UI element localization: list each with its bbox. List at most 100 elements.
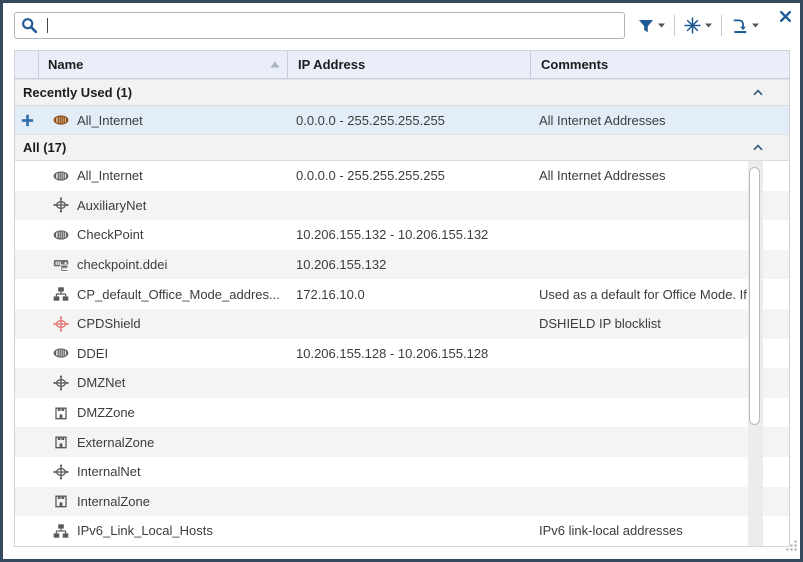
- address-range-gray-icon: [53, 227, 69, 243]
- table-header: Name IP Address Comments: [15, 51, 789, 79]
- row-ip: 10.206.155.132: [288, 257, 531, 272]
- vertical-scrollbar[interactable]: [748, 161, 763, 546]
- close-button[interactable]: [777, 8, 793, 24]
- group-label: All (17): [15, 140, 66, 155]
- table-row[interactable]: IPv6_Link_Local_HostsIPv6 link-local add…: [15, 516, 789, 546]
- toolbar-separator: [674, 15, 675, 36]
- add-button[interactable]: [15, 114, 39, 127]
- table-row[interactable]: InternalNet: [15, 457, 789, 487]
- row-name-cell: checkpoint.ddei: [39, 257, 288, 273]
- address-range-orange-icon: [53, 112, 69, 128]
- toolbar: [3, 3, 800, 50]
- table-row[interactable]: ExternalZone: [15, 427, 789, 457]
- group-header[interactable]: All (17): [15, 134, 789, 161]
- zone-icon: [53, 493, 69, 509]
- scrollable-rows-region: All_Internet0.0.0.0 - 255.255.255.255All…: [15, 161, 789, 546]
- toolbar-separator: [721, 15, 722, 36]
- row-ip: 0.0.0.0 - 255.255.255.255: [288, 113, 531, 128]
- row-name-cell: InternalNet: [39, 464, 288, 480]
- row-comment: All Internet Addresses: [531, 113, 789, 128]
- header-ip-address[interactable]: IP Address: [288, 51, 531, 78]
- scrollbar-thumb[interactable]: [749, 167, 760, 425]
- search-box[interactable]: [14, 12, 625, 39]
- header-name-label: Name: [48, 57, 83, 72]
- table-row[interactable]: All_Internet 0.0.0.0 - 255.255.255.255All…: [15, 106, 789, 134]
- row-name-cell: DMZNet: [39, 375, 288, 391]
- address-range-gray-icon: [53, 345, 69, 361]
- table-body: Recently Used (1) All_Internet 0.0.0.0 - …: [15, 79, 789, 546]
- row-name-cell: ExternalZone: [39, 434, 288, 450]
- new-object-dropdown-caret[interactable]: [705, 23, 712, 28]
- import-icon: [731, 17, 748, 34]
- network-icon: [53, 197, 69, 213]
- table-row[interactable]: checkpoint.ddei 10.206.155.132: [15, 250, 789, 280]
- row-name-cell: All_Internet: [39, 112, 288, 128]
- table-row[interactable]: CP_default_Office_Mode_addres...172.16.1…: [15, 279, 789, 309]
- row-ip: 0.0.0.0 - 255.255.255.255: [288, 168, 531, 183]
- row-name-cell: IPv6_Link_Local_Hosts: [39, 523, 288, 539]
- object-picker-dialog: Name IP Address Comments Recently Used (…: [0, 0, 803, 562]
- row-name: All_Internet: [77, 113, 143, 128]
- row-name: ExternalZone: [77, 435, 154, 450]
- filter-dropdown-caret[interactable]: [658, 23, 665, 28]
- sort-ascending-icon: [270, 61, 280, 68]
- toolbar-buttons: [635, 12, 762, 39]
- filter-button[interactable]: [635, 16, 668, 36]
- row-ip: 10.206.155.128 - 10.206.155.128: [288, 346, 531, 361]
- row-name-cell: InternalZone: [39, 493, 288, 509]
- search-input[interactable]: [48, 15, 624, 37]
- header-comments[interactable]: Comments: [531, 51, 789, 78]
- close-icon: [780, 11, 791, 22]
- table-row[interactable]: DDEI 10.206.155.128 - 10.206.155.128: [15, 339, 789, 369]
- chevron-up-icon[interactable]: [752, 143, 764, 152]
- table-row[interactable]: CPDShieldDSHIELD IP blocklist: [15, 309, 789, 339]
- objects-table: Name IP Address Comments Recently Used (…: [14, 50, 790, 547]
- group-label: Recently Used (1): [15, 85, 132, 100]
- address-range-gray-icon: [53, 168, 69, 184]
- network-red-icon: [53, 316, 69, 332]
- network-icon: [53, 375, 69, 391]
- table-row[interactable]: DMZNet: [15, 368, 789, 398]
- zone-icon: [53, 434, 69, 450]
- import-button[interactable]: [728, 15, 762, 36]
- row-name: CheckPoint: [77, 227, 143, 242]
- filter-icon: [638, 18, 654, 34]
- group-header[interactable]: Recently Used (1): [15, 79, 789, 106]
- row-ip: 10.206.155.132 - 10.206.155.132: [288, 227, 531, 242]
- row-name: CPDShield: [77, 316, 141, 331]
- zone-icon: [53, 405, 69, 421]
- row-name-cell: DMZZone: [39, 405, 288, 421]
- table-row[interactable]: InternalZone: [15, 487, 789, 517]
- row-name: IPv6_Link_Local_Hosts: [77, 523, 213, 538]
- table-row[interactable]: CheckPoint 10.206.155.132 - 10.206.155.13…: [15, 220, 789, 250]
- row-name: AuxiliaryNet: [77, 198, 146, 213]
- table-row[interactable]: DMZZone: [15, 398, 789, 428]
- row-name-cell: AuxiliaryNet: [39, 197, 288, 213]
- row-name-cell: CP_default_Office_Mode_addres...: [39, 286, 288, 302]
- new-object-star-icon: [684, 17, 701, 34]
- row-name: DDEI: [77, 346, 108, 361]
- table-row[interactable]: All_Internet0.0.0.0 - 255.255.255.255All…: [15, 161, 789, 191]
- chevron-up-icon[interactable]: [752, 88, 764, 97]
- gateway-icon: [53, 257, 69, 273]
- group-icon: [53, 523, 69, 539]
- import-dropdown-caret[interactable]: [752, 23, 759, 28]
- row-name-cell: All_Internet: [39, 168, 288, 184]
- resize-grip[interactable]: [785, 539, 798, 557]
- row-name: InternalNet: [77, 464, 141, 479]
- group-icon: [53, 286, 69, 302]
- row-name: CP_default_Office_Mode_addres...: [77, 287, 280, 302]
- row-name: DMZZone: [77, 405, 135, 420]
- new-object-button[interactable]: [681, 15, 715, 36]
- row-name: checkpoint.ddei: [77, 257, 167, 272]
- row-name-cell: CheckPoint: [39, 227, 288, 243]
- search-icon: [21, 17, 38, 34]
- table-row[interactable]: AuxiliaryNet: [15, 191, 789, 221]
- row-name: DMZNet: [77, 375, 125, 390]
- row-name-cell: CPDShield: [39, 316, 288, 332]
- row-name: InternalZone: [77, 494, 150, 509]
- row-name-cell: DDEI: [39, 345, 288, 361]
- header-name[interactable]: Name: [39, 51, 288, 78]
- network-icon: [53, 464, 69, 480]
- row-name: All_Internet: [77, 168, 143, 183]
